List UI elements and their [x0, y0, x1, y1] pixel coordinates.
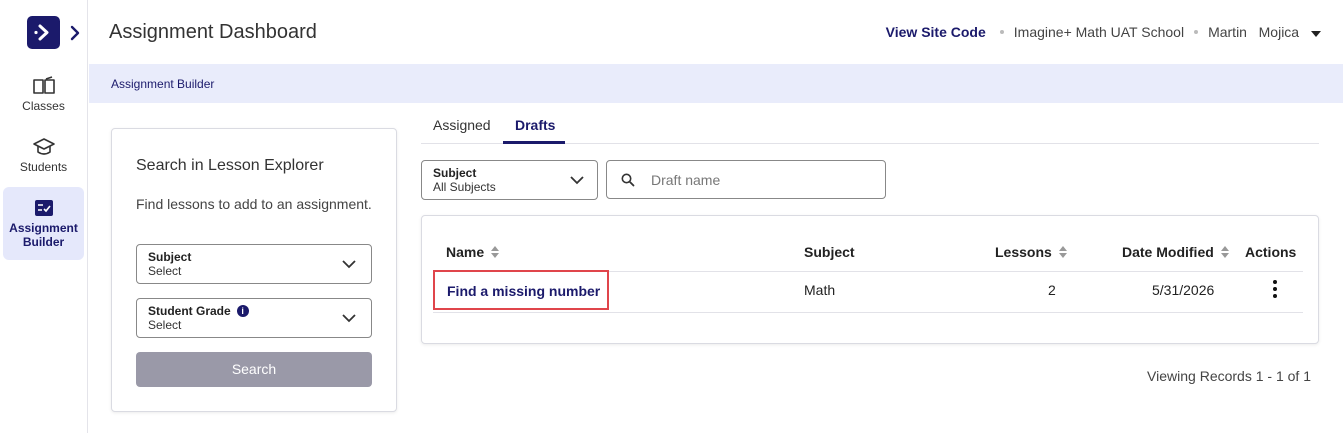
student-grade-select-label: Student Grade i [148, 304, 249, 318]
subject-filter-select[interactable]: Subject All Subjects [421, 160, 598, 200]
view-site-code-link[interactable]: View Site Code [886, 24, 986, 40]
chevron-down-icon [342, 260, 356, 269]
column-header-actions: Actions [1245, 244, 1297, 260]
chevron-right-icon [70, 25, 80, 41]
breadcrumb-current[interactable]: Assignment Builder [111, 77, 214, 91]
active-tab-indicator [503, 141, 565, 144]
user-first-name: Martin [1208, 24, 1247, 40]
chevron-down-icon [570, 176, 584, 185]
rail-item-label: Assignment Builder [9, 221, 78, 249]
grade-label-text: Student Grade [148, 304, 231, 318]
column-header-label: Date Modified [1122, 244, 1214, 260]
student-grade-select-value: Select [148, 318, 182, 332]
search-button[interactable]: Search [136, 352, 372, 387]
graduation-cap-icon [32, 138, 55, 155]
search-icon [621, 173, 635, 187]
tab-bar: Assigned Drafts [421, 103, 1319, 144]
draft-search-input[interactable] [651, 170, 871, 190]
tab-drafts[interactable]: Drafts [515, 117, 555, 133]
column-header-name[interactable]: Name [446, 244, 500, 260]
more-actions-icon[interactable] [1271, 280, 1279, 300]
column-header-lessons[interactable]: Lessons [995, 244, 1068, 260]
pagination-status: Viewing Records 1 - 1 of 1 [1147, 368, 1311, 384]
subject-select[interactable]: Subject Select [136, 244, 372, 284]
student-grade-select[interactable]: Student Grade i Select [136, 298, 372, 338]
info-icon[interactable]: i [236, 305, 249, 317]
column-header-date-modified[interactable]: Date Modified [1122, 244, 1230, 260]
draft-name-text: Find a missing number [447, 283, 601, 299]
cell-date-modified: 5/31/2026 [1152, 282, 1215, 298]
chevron-down-icon [342, 314, 356, 323]
app-root: Classes Students Assignment Builder Assi… [0, 0, 1343, 433]
cell-lessons: 2 [1048, 282, 1056, 298]
user-menu[interactable]: Martin Mojica [1208, 24, 1321, 40]
lesson-explorer-card: Search in Lesson Explorer Find lessons t… [111, 128, 397, 412]
column-header-label: Lessons [995, 244, 1052, 260]
rail-item-assignment-builder[interactable]: Assignment Builder [3, 187, 84, 260]
top-nav: View Site Code Imagine+ Math UAT School … [886, 24, 1321, 40]
column-header-subject: Subject [804, 244, 855, 260]
draft-search-field[interactable] [606, 160, 886, 199]
book-icon [32, 76, 55, 94]
explorer-title: Search in Lesson Explorer [136, 157, 324, 174]
expand-rail-button[interactable] [68, 24, 82, 42]
subject-select-label: Subject [148, 250, 192, 264]
checklist-icon [34, 200, 53, 216]
sort-icon [1058, 246, 1067, 258]
sort-icon [1220, 246, 1229, 258]
breadcrumb: Assignment Builder [89, 64, 1343, 103]
row-divider [433, 312, 1303, 313]
page-title: Assignment Dashboard [109, 21, 317, 43]
cell-subject: Math [804, 282, 836, 298]
column-header-label: Name [446, 244, 485, 260]
draft-name-link[interactable]: Find a missing number [433, 270, 609, 310]
caret-down-icon [1311, 31, 1321, 37]
user-last-name: Mojica [1258, 24, 1300, 40]
separator-dot [1194, 30, 1199, 34]
tab-assigned[interactable]: Assigned [433, 117, 491, 133]
subject-select-value: Select [148, 264, 182, 278]
app-logo[interactable] [27, 16, 60, 49]
subject-filter-value: All Subjects [433, 180, 496, 194]
logo-arrow-icon [34, 24, 49, 41]
rail-item-classes[interactable]: Classes [3, 76, 84, 118]
sort-icon [491, 246, 500, 258]
subject-filter-label: Subject [433, 166, 477, 180]
left-rail: Classes Students Assignment Builder [0, 0, 88, 433]
separator-dot [999, 30, 1004, 34]
rail-item-label: Classes [22, 99, 65, 113]
rail-item-students[interactable]: Students [3, 137, 84, 179]
school-name: Imagine+ Math UAT School [1013, 24, 1185, 40]
explorer-description: Find lessons to add to an assignment. [136, 196, 372, 212]
rail-item-label: Students [19, 160, 68, 174]
drafts-table: Name Subject Lessons Date Modified Actio… [421, 215, 1319, 344]
